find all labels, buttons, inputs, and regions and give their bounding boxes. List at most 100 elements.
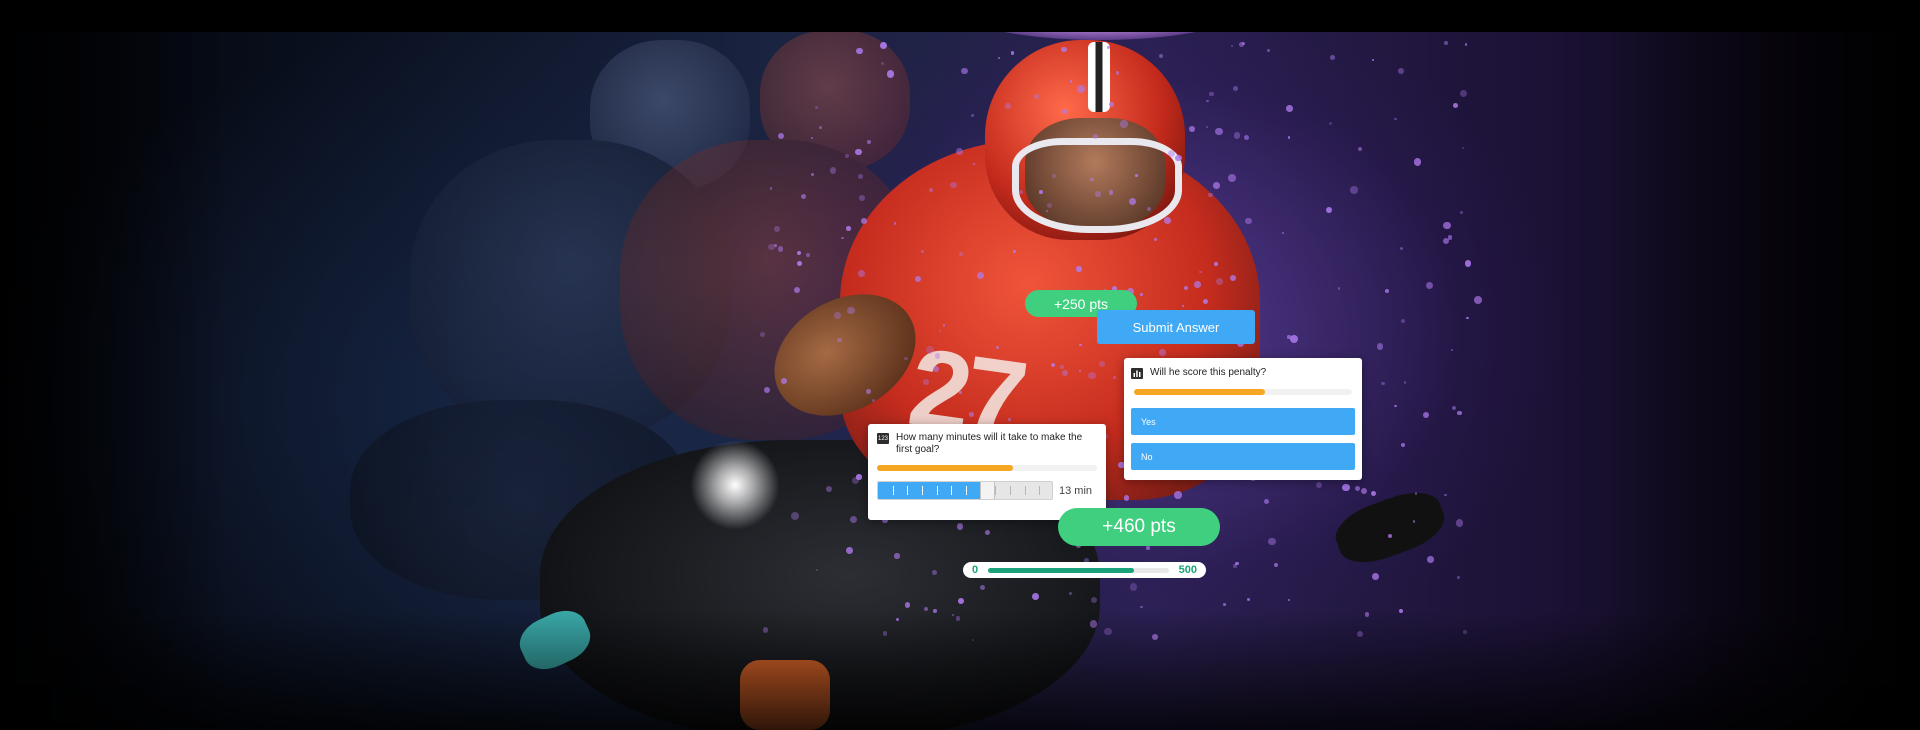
particle [1146, 546, 1150, 550]
minutes-value-label: 13 min [1059, 484, 1093, 497]
particle [1231, 44, 1234, 47]
particle [1337, 287, 1341, 290]
poll-timer-fill [1134, 389, 1265, 395]
particle [1032, 593, 1039, 600]
particle [1329, 121, 1333, 125]
particle [931, 570, 937, 576]
particle [860, 218, 867, 225]
poll-option-yes[interactable]: Yes [1131, 408, 1355, 435]
particle [1412, 520, 1415, 523]
particle [1403, 381, 1407, 384]
particle [1153, 238, 1157, 242]
poll-timer-bar [1134, 389, 1352, 395]
particle [1223, 603, 1226, 606]
minutes-slider-thumb[interactable] [980, 482, 995, 499]
particle [961, 67, 968, 75]
poll-option-no[interactable]: No [1131, 443, 1355, 470]
score-progress-bar: 0 500 [963, 562, 1206, 578]
bottom-vignette [0, 610, 1920, 730]
particle [1050, 362, 1055, 367]
particle [1215, 127, 1223, 136]
particle [881, 62, 884, 65]
particle [1384, 288, 1389, 293]
particle [1208, 192, 1213, 198]
number-123-icon: 123 [877, 433, 889, 444]
score-track [988, 567, 1169, 573]
particle [857, 270, 865, 277]
particle [866, 140, 871, 145]
particle [1354, 485, 1360, 492]
particle [1247, 597, 1251, 601]
particle [1452, 102, 1458, 108]
slider-tick [1025, 486, 1026, 495]
particle [1039, 189, 1044, 194]
particle [904, 602, 911, 608]
particle [1394, 404, 1398, 408]
score-max-label: 500 [1178, 564, 1197, 576]
particle [1120, 120, 1128, 128]
particle [1263, 498, 1269, 504]
particle [923, 379, 929, 385]
particle [1273, 563, 1278, 568]
slider-question-text: How many minutes will it take to make th… [896, 432, 1083, 455]
particle [1107, 45, 1111, 49]
particle [1267, 537, 1276, 546]
particle [1233, 564, 1237, 568]
particle [1046, 202, 1053, 209]
particle [1175, 154, 1182, 162]
hero-background: 27 [0, 0, 1920, 730]
particle [1380, 381, 1385, 386]
particle [760, 332, 765, 338]
minutes-slider[interactable] [877, 481, 1053, 500]
particle [837, 337, 842, 343]
top-black-band [0, 0, 1920, 32]
particle [1370, 490, 1377, 497]
particle [1209, 91, 1214, 97]
slider-tick [893, 486, 894, 495]
slider-tick [937, 486, 938, 495]
particle [1325, 207, 1332, 214]
particle [865, 388, 871, 394]
submit-answer-button[interactable]: Submit Answer [1097, 310, 1255, 344]
particle [856, 474, 862, 480]
particle [1245, 217, 1253, 225]
particle [1227, 174, 1236, 182]
slider-tick [966, 486, 967, 495]
particle [958, 391, 962, 395]
particle [1167, 149, 1175, 157]
particle [942, 324, 946, 328]
particle [1357, 147, 1362, 152]
particle [1199, 270, 1202, 274]
particle [984, 530, 990, 535]
particle [777, 132, 784, 139]
particle [825, 485, 832, 493]
particle [1361, 488, 1368, 495]
particle [1213, 182, 1220, 189]
particle [1113, 376, 1116, 380]
particle [1290, 335, 1298, 343]
slider-timer-fill [877, 465, 1014, 471]
particle [1461, 146, 1465, 150]
particle [1315, 481, 1322, 488]
particle [1400, 319, 1405, 324]
particle [1004, 102, 1011, 109]
particle [1206, 99, 1209, 103]
particle [1202, 298, 1208, 304]
particle [1450, 348, 1454, 351]
total-points-badge: +460 pts [1058, 508, 1220, 546]
particle [1371, 58, 1374, 61]
particle [894, 553, 900, 559]
score-fill [988, 567, 1135, 573]
particle [950, 182, 957, 189]
particle [818, 126, 822, 130]
helmet-facemask [1012, 138, 1182, 233]
slider-tick [951, 486, 952, 495]
particle [1238, 41, 1244, 47]
particle [1129, 582, 1138, 591]
particle [938, 329, 941, 333]
particle [1090, 596, 1097, 603]
particle [815, 568, 819, 572]
particle [1159, 349, 1166, 356]
poll-question-header: Will he score this penalty? [1131, 367, 1355, 379]
particle [1466, 317, 1469, 320]
